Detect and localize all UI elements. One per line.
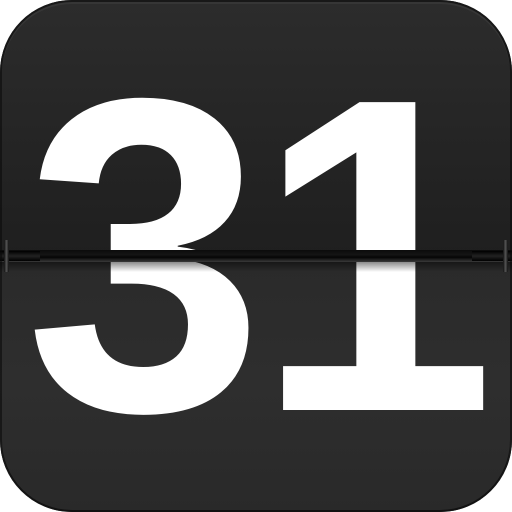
flip-clock-icon: 31 31	[0, 0, 512, 512]
right-hinge-icon	[472, 240, 512, 272]
flip-divider-line	[0, 250, 512, 262]
flip-digits-top: 31	[24, 10, 495, 256]
left-hinge-icon	[0, 240, 40, 272]
flip-card-bottom-half: 31	[0, 256, 512, 512]
flip-card-top-half: 31	[0, 0, 512, 256]
flip-digits-bottom: 31	[24, 256, 495, 502]
flip-divider-shadow	[0, 262, 512, 272]
